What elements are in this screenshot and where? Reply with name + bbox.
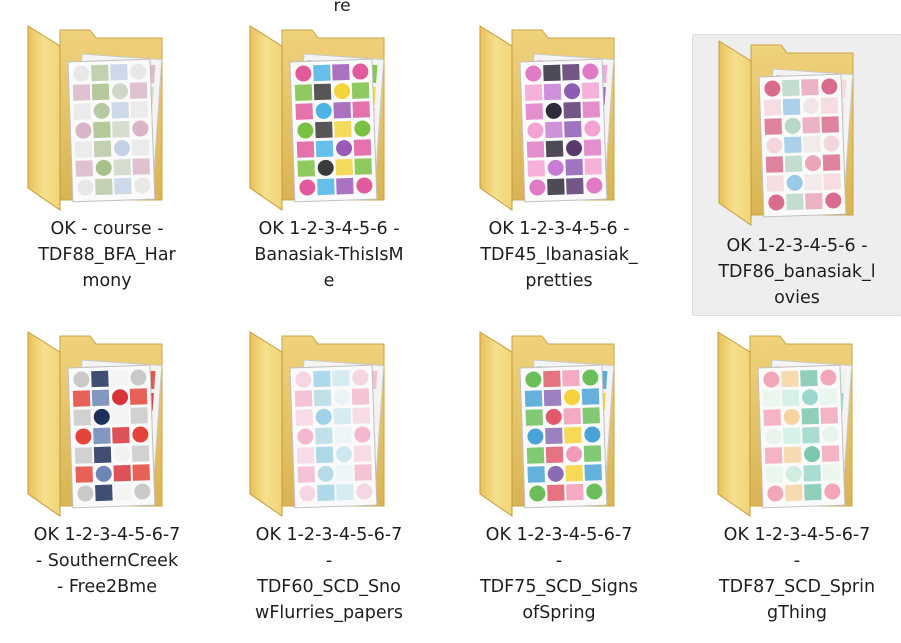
folder-item[interactable]: OK 1-2-3-4-5-6-7 - TDF87_SCD_Sprin gThin… bbox=[692, 326, 901, 626]
folder-name-label: OK 1-2-3-4-5-6-7 - SouthernCreek - Free2… bbox=[33, 525, 181, 597]
folder-icon bbox=[27, 25, 163, 211]
folder-item[interactable]: OK 1-2-3-4-5-6 - TDF45_lbanasiak_ pretti… bbox=[454, 20, 664, 320]
folder-item[interactable]: OK 1-2-3-4-5-6-7 - SouthernCreek - Free2… bbox=[2, 326, 212, 626]
folder-icon bbox=[479, 331, 615, 517]
folder-name-label: OK 1-2-3-4-5-6-7 - TDF87_SCD_Sprin gThin… bbox=[718, 525, 876, 623]
folder-item[interactable]: OK 1-2-3-4-5-6 - TDF86_banasiak_l ovies bbox=[692, 34, 901, 316]
folder-icon bbox=[718, 40, 854, 226]
folder-icon bbox=[27, 331, 163, 517]
folder-item[interactable]: OK 1-2-3-4-5-6-7 - TDF75_SCD_Signs ofSpr… bbox=[454, 326, 664, 626]
folder-icon bbox=[479, 25, 615, 211]
folder-icon bbox=[717, 331, 853, 517]
folder-icon bbox=[249, 331, 385, 517]
folder-item[interactable]: OK - course - TDF88_BFA_Har mony bbox=[2, 20, 212, 320]
previous-folder-label-fragment: re bbox=[333, 0, 351, 16]
folder-item[interactable]: OK 1-2-3-4-5-6 - Banasiak-ThisIsM e bbox=[224, 20, 434, 320]
folder-name-label: OK 1-2-3-4-5-6 - TDF86_banasiak_l ovies bbox=[718, 236, 876, 308]
folder-item[interactable]: OK 1-2-3-4-5-6-7 - TDF60_SCD_Sno wFlurri… bbox=[224, 326, 434, 626]
folder-name-label: OK 1-2-3-4-5-6-7 - TDF75_SCD_Signs ofSpr… bbox=[479, 525, 639, 623]
folder-name-label: OK 1-2-3-4-5-6 - Banasiak-ThisIsM e bbox=[254, 219, 404, 291]
folder-name-label: OK 1-2-3-4-5-6 - TDF45_lbanasiak_ pretti… bbox=[480, 219, 638, 291]
folder-icon bbox=[249, 25, 385, 211]
folder-name-label: OK 1-2-3-4-5-6-7 - TDF60_SCD_Sno wFlurri… bbox=[255, 525, 403, 623]
folder-name-label: OK - course - TDF88_BFA_Har mony bbox=[38, 219, 176, 291]
